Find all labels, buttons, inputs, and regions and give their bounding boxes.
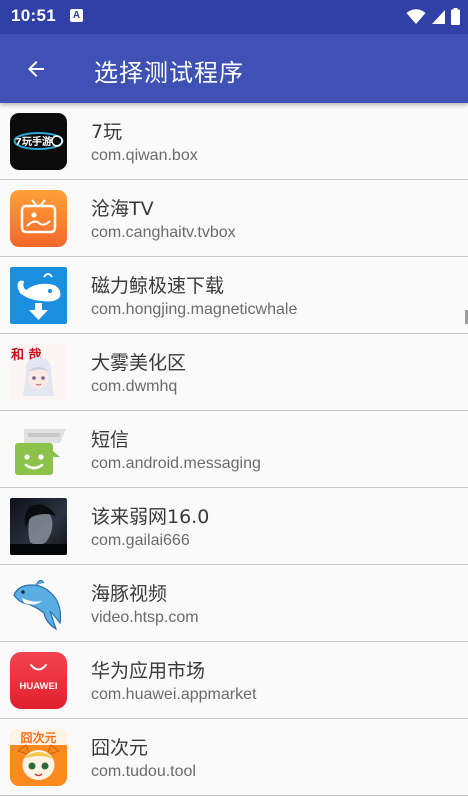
list-item[interactable]: 7玩手游 7玩 com.qiwan.box	[0, 103, 468, 180]
app-package: com.tudou.tool	[91, 763, 196, 780]
list-item[interactable]: 囧次元 囧次元 com.tudou.tool	[0, 719, 468, 796]
canghai-tv-icon	[10, 190, 67, 247]
back-button[interactable]	[14, 48, 58, 90]
list-item[interactable]: 和 哉 大雾美化区 com.dwmhq	[0, 334, 468, 411]
app-bar: 选择测试程序	[0, 34, 468, 103]
app-name: 磁力鲸极速下载	[91, 275, 225, 297]
battery-icon	[451, 8, 460, 25]
notification-a-icon: A	[70, 9, 83, 22]
anime-girl-icon: 和 哉	[10, 344, 67, 401]
app-name: 囧次元	[91, 737, 149, 759]
app-package: com.hongjing.magneticwhale	[91, 301, 298, 318]
app-package: com.dwmhq	[91, 378, 178, 395]
qiwan-icon: 7玩手游	[10, 113, 67, 170]
huawei-icon-text: HUAWEI	[20, 681, 58, 692]
back-arrow-icon	[28, 61, 44, 77]
app-package: com.qiwan.box	[91, 147, 198, 164]
app-name: 7玩	[91, 121, 123, 143]
list-item[interactable]: HUAWEI 华为应用市场 com.huawei.appmarket	[0, 642, 468, 719]
app-package: com.huawei.appmarket	[91, 686, 257, 703]
status-bar: 10:51 A	[0, 0, 468, 34]
jiong-icon-text: 囧次元	[20, 730, 56, 745]
dolphin-icon	[10, 575, 67, 632]
cell-signal-icon	[432, 9, 445, 24]
app-package: com.canghaitv.tvbox	[91, 224, 236, 241]
messaging-icon	[10, 421, 67, 478]
list-item[interactable]: 海豚视频 video.htsp.com	[0, 565, 468, 642]
status-time: 10:51	[11, 6, 56, 25]
app-list: 7玩手游 7玩 com.qiwan.box 沧海TV com.canghaitv…	[0, 103, 468, 796]
whale-download-icon	[10, 267, 67, 324]
app-name: 海豚视频	[91, 583, 168, 605]
app-name: 该来弱网16.0	[91, 506, 210, 528]
page-title: 选择测试程序	[94, 59, 244, 87]
qiwan-icon-text: 7玩手游	[15, 135, 52, 148]
list-item[interactable]: 短信 com.android.messaging	[0, 411, 468, 488]
app-name: 华为应用市场	[91, 660, 206, 682]
app-package: com.gailai666	[91, 532, 190, 549]
app-package: com.android.messaging	[91, 455, 261, 472]
app-name: 大雾美化区	[91, 352, 187, 374]
list-item[interactable]: 磁力鲸极速下载 com.hongjing.magneticwhale	[0, 257, 468, 334]
list-item[interactable]: 沧海TV com.canghaitv.tvbox	[0, 180, 468, 257]
app-package: video.htsp.com	[91, 609, 199, 626]
huawei-appgallery-icon: HUAWEI	[10, 652, 67, 709]
app-name: 沧海TV	[91, 198, 154, 220]
wifi-icon	[406, 8, 426, 24]
list-item[interactable]: 该来弱网16.0 com.gailai666	[0, 488, 468, 565]
jiongciyuan-icon: 囧次元	[10, 729, 67, 786]
dark-portrait-icon	[10, 498, 67, 555]
app-name: 短信	[91, 429, 130, 451]
